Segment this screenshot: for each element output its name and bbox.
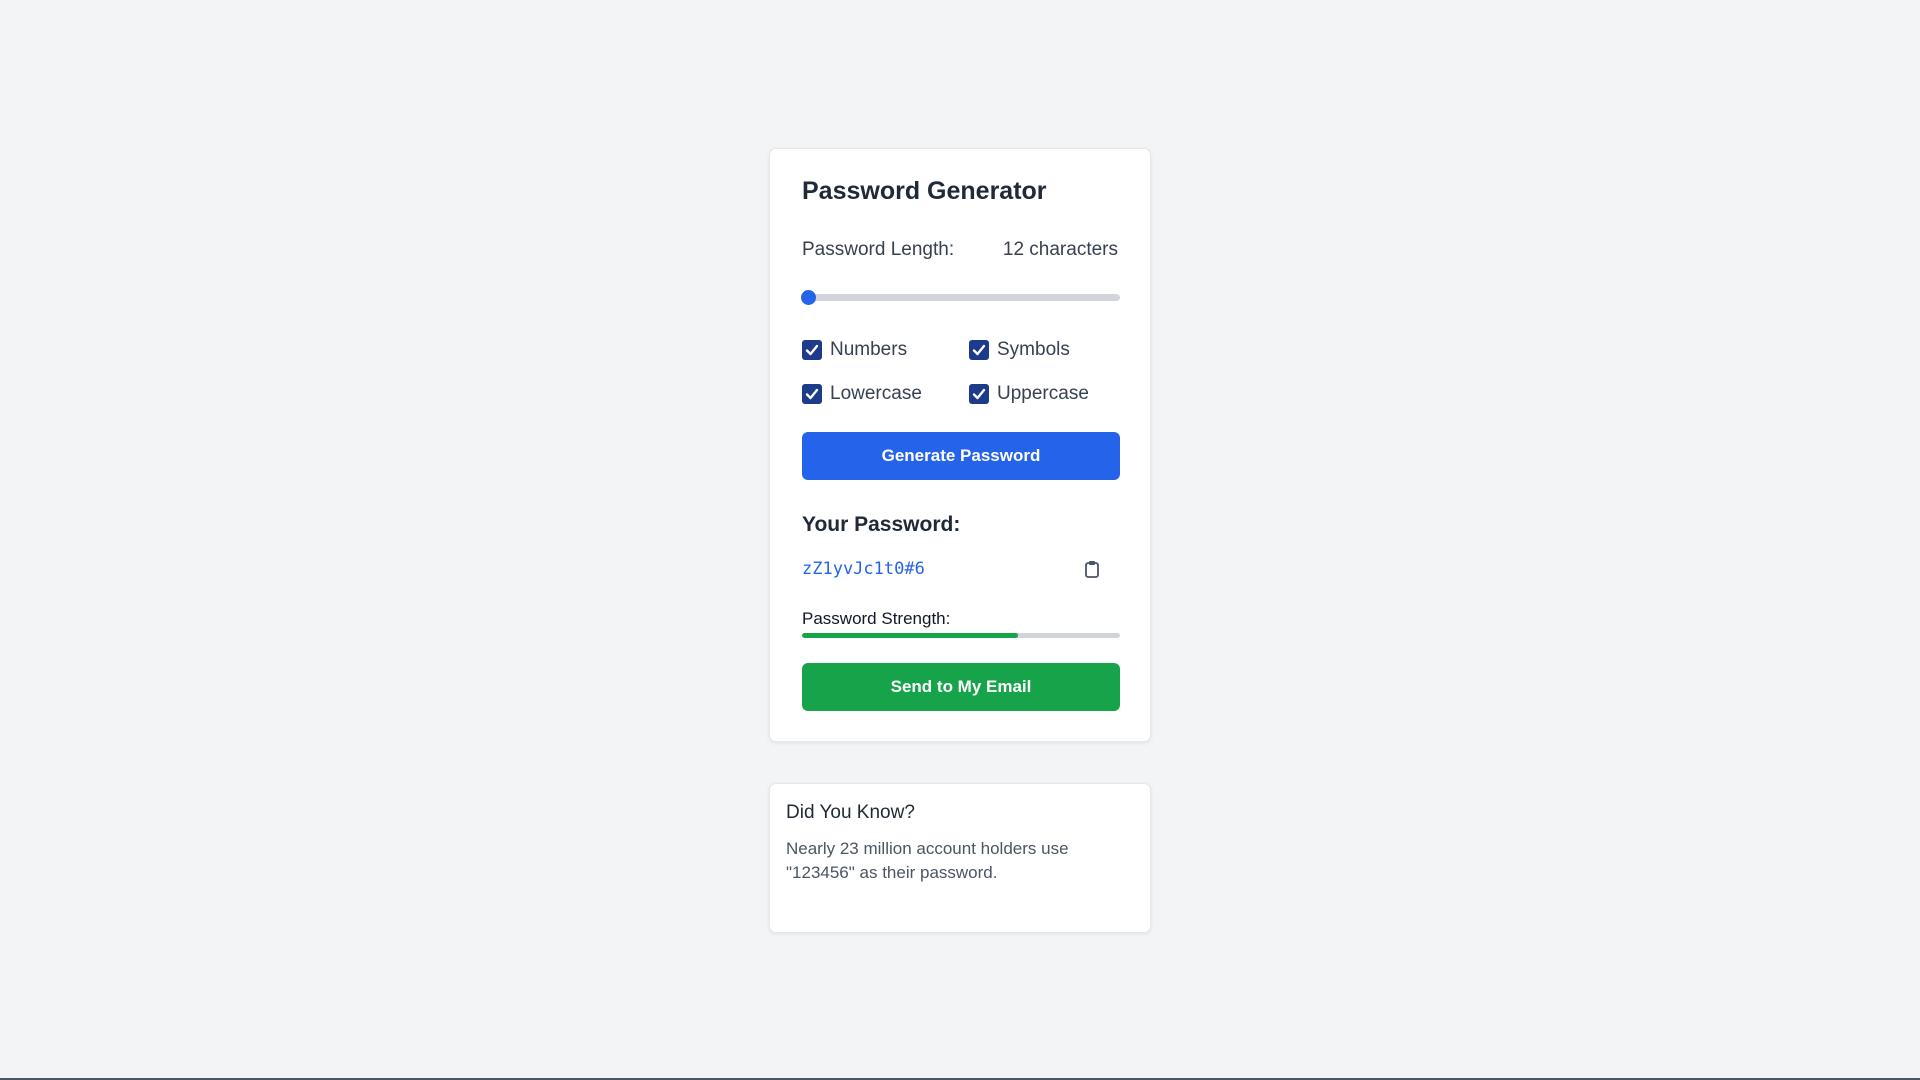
did-you-know-card: Did You Know? Nearly 23 million account … xyxy=(769,783,1151,933)
check-icon xyxy=(805,344,819,356)
option-numbers[interactable]: Numbers xyxy=(802,337,969,363)
tip-text: Nearly 23 million account holders use "1… xyxy=(786,839,1069,882)
send-email-button[interactable]: Send to My Email xyxy=(802,663,1120,711)
option-symbols[interactable]: Symbols xyxy=(969,337,1119,363)
option-uppercase[interactable]: Uppercase xyxy=(969,381,1119,407)
tip-title: Did You Know? xyxy=(786,802,915,823)
check-icon xyxy=(805,388,819,400)
generate-password-button[interactable]: Generate Password xyxy=(802,432,1120,480)
option-label: Symbols xyxy=(997,339,1070,360)
uppercase-checkbox[interactable] xyxy=(969,384,989,404)
length-row: Password Length: 12 characters xyxy=(802,239,1118,261)
length-value: 12 characters xyxy=(1002,239,1118,260)
clipboard-icon-glyph xyxy=(1085,561,1099,578)
option-lowercase[interactable]: Lowercase xyxy=(802,381,969,407)
strength-meter-fill xyxy=(802,633,1019,638)
symbols-checkbox[interactable] xyxy=(969,340,989,360)
page-title: Password Generator xyxy=(802,177,1047,205)
options-grid: Numbers Symbols Lowercase Uppercase xyxy=(802,337,1122,407)
strength-meter xyxy=(802,633,1120,638)
length-slider[interactable] xyxy=(801,290,1120,305)
your-password-heading: Your Password: xyxy=(802,513,961,536)
numbers-checkbox[interactable] xyxy=(802,340,822,360)
length-slider-thumb[interactable] xyxy=(801,290,817,305)
password-generator-card: Password Generator Password Length: 12 c… xyxy=(769,148,1151,742)
lowercase-checkbox[interactable] xyxy=(802,384,822,404)
password-value: zZ1yvJc1t0#6 xyxy=(802,559,925,579)
option-label: Lowercase xyxy=(830,383,922,404)
length-label: Password Length: xyxy=(802,239,955,260)
option-label: Numbers xyxy=(830,339,908,360)
strength-label: Password Strength: xyxy=(802,609,951,628)
check-icon xyxy=(972,388,986,400)
clipboard-icon[interactable] xyxy=(1082,559,1102,579)
option-label: Uppercase xyxy=(997,383,1089,404)
check-icon xyxy=(972,344,986,356)
password-row: zZ1yvJc1t0#6 xyxy=(802,559,1102,579)
